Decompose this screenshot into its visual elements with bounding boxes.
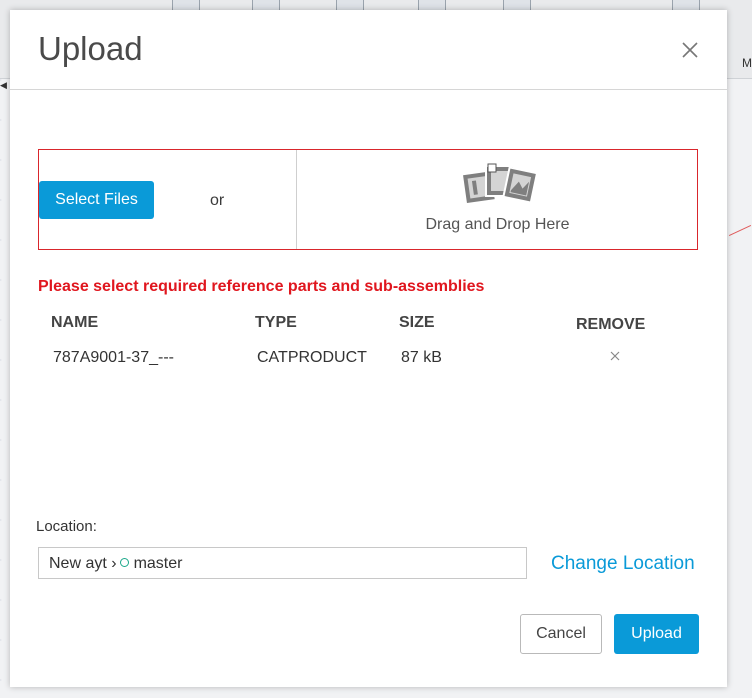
or-label: or bbox=[210, 192, 225, 209]
location-branch: master bbox=[133, 555, 183, 572]
column-header-remove: REMOVE bbox=[576, 316, 646, 333]
change-location-link[interactable]: Change Location bbox=[551, 553, 695, 575]
file-drop-zone[interactable]: Select Files or Drag and Drop Here bbox=[38, 149, 698, 250]
header-divider bbox=[10, 89, 727, 90]
bg-collapse-arrow-icon[interactable]: ◀ bbox=[0, 80, 7, 91]
column-header-type: TYPE bbox=[255, 314, 297, 331]
column-header-size: SIZE bbox=[399, 314, 435, 331]
branch-icon bbox=[119, 558, 129, 568]
remove-x-icon bbox=[610, 351, 620, 361]
file-type-cell: CATPRODUCT bbox=[257, 349, 367, 366]
upload-dialog: Upload Select Files or Drag and Drop Her… bbox=[10, 10, 727, 687]
dialog-title: Upload bbox=[38, 30, 143, 67]
select-files-button[interactable]: Select Files bbox=[39, 181, 154, 219]
column-header-name: NAME bbox=[51, 314, 99, 331]
location-label: Location: bbox=[36, 518, 97, 535]
cancel-button[interactable]: Cancel bbox=[520, 614, 602, 654]
zone-divider bbox=[296, 150, 297, 249]
location-field: New ayt › master bbox=[38, 547, 527, 579]
remove-file-button[interactable] bbox=[607, 348, 623, 364]
reference-warning: Please select required reference parts a… bbox=[38, 278, 485, 295]
file-size-cell: 87 kB bbox=[401, 349, 442, 366]
upload-button[interactable]: Upload bbox=[614, 614, 699, 654]
bg-side-label: M bbox=[742, 56, 752, 70]
close-button[interactable] bbox=[678, 38, 702, 62]
location-project: New ayt bbox=[49, 555, 107, 572]
drag-drop-images-icon bbox=[460, 163, 538, 206]
drag-drop-label: Drag and Drop Here bbox=[425, 216, 570, 233]
file-name-cell: 787A9001-37_--- bbox=[53, 349, 174, 366]
location-separator: › bbox=[111, 555, 117, 572]
close-icon bbox=[682, 42, 698, 58]
